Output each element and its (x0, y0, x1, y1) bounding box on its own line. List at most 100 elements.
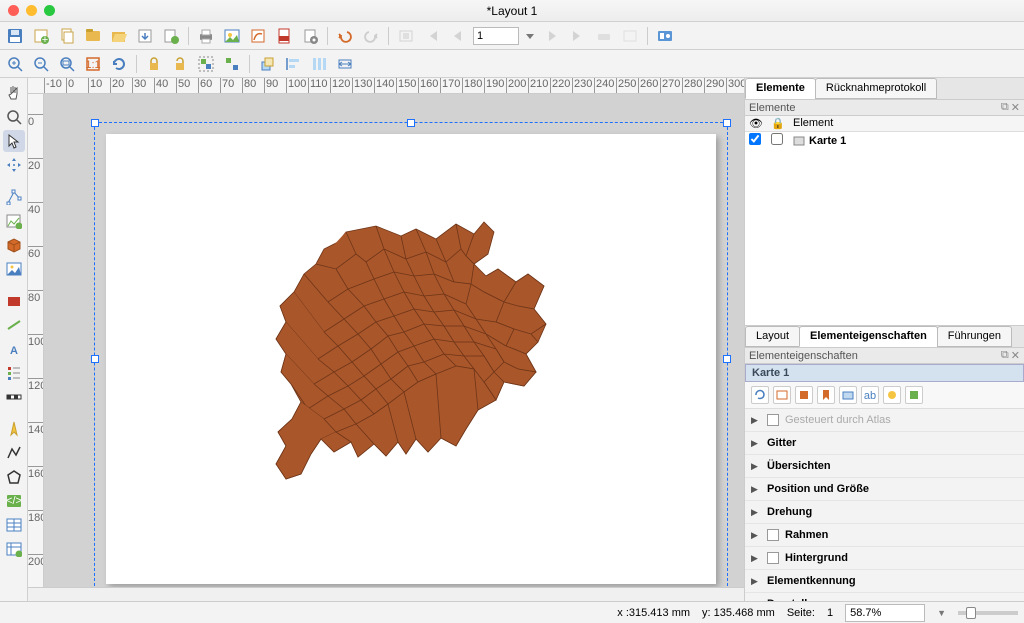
refresh-map-icon[interactable] (751, 386, 769, 404)
clip-icon[interactable] (883, 386, 901, 404)
zoom-out-icon[interactable] (30, 53, 52, 75)
next-page-icon[interactable] (541, 25, 563, 47)
layout-canvas[interactable] (44, 94, 744, 587)
labels-icon[interactable]: ab (861, 386, 879, 404)
page-dropdown-icon[interactable] (523, 25, 537, 47)
unlock-icon[interactable] (169, 53, 191, 75)
set-extent-icon[interactable] (773, 386, 791, 404)
zoom-slider-thumb[interactable] (966, 607, 976, 619)
atlas-print-icon[interactable] (593, 25, 615, 47)
tab-guides[interactable]: Führungen (937, 326, 1012, 347)
section-row[interactable]: ▶Hintergrund (745, 547, 1024, 570)
section-row[interactable]: ▶Gitter (745, 432, 1024, 455)
undo-icon[interactable] (334, 25, 356, 47)
section-row[interactable]: ▶Elementkennung (745, 570, 1024, 593)
lock-icon[interactable] (143, 53, 165, 75)
resize-handle[interactable] (723, 119, 731, 127)
add-polygon-icon[interactable] (3, 466, 25, 488)
zoom-slider[interactable] (958, 611, 1018, 615)
add-polyline-icon[interactable] (3, 442, 25, 464)
zoom-actual-icon[interactable]: 1:1 (82, 53, 104, 75)
resize-handle[interactable] (407, 119, 415, 127)
checkbox[interactable] (767, 414, 779, 426)
zoom-dropdown-icon[interactable]: ▼ (937, 608, 946, 618)
duplicate-layout-icon[interactable] (56, 25, 78, 47)
resize-icon[interactable] (334, 53, 356, 75)
save-template-icon[interactable] (134, 25, 156, 47)
zoom-tool-icon[interactable] (3, 106, 25, 128)
distribute-icon[interactable] (308, 53, 330, 75)
add-picture-icon[interactable] (3, 258, 25, 280)
view-extent-icon[interactable] (795, 386, 813, 404)
section-row[interactable]: ▶ Gesteuert durch Atlas (745, 409, 1024, 432)
undock-icon[interactable]: ⧉ (1001, 349, 1009, 362)
checkbox[interactable] (767, 552, 779, 564)
map-item[interactable] (256, 214, 566, 514)
select-tool-icon[interactable] (3, 130, 25, 152)
add-arrow-icon[interactable] (3, 314, 25, 336)
group-icon[interactable] (195, 53, 217, 75)
add-legend-icon[interactable] (3, 362, 25, 384)
checkbox[interactable] (767, 529, 779, 541)
align-icon[interactable] (282, 53, 304, 75)
pan-tool-icon[interactable] (3, 82, 25, 104)
add-map-icon[interactable] (3, 210, 25, 232)
tab-elements[interactable]: Elemente (745, 78, 816, 99)
section-row[interactable]: ▶Übersichten (745, 455, 1024, 478)
resize-handle[interactable] (723, 355, 731, 363)
save-icon[interactable] (4, 25, 26, 47)
add-html-icon[interactable]: </> (3, 490, 25, 512)
move-content-tool-icon[interactable] (3, 154, 25, 176)
atlas-preview-icon[interactable] (395, 25, 417, 47)
atlas-settings-icon[interactable] (654, 25, 676, 47)
close-panel-icon[interactable]: ✕ (1011, 349, 1020, 362)
add-3dmap-icon[interactable] (3, 234, 25, 256)
refresh-icon[interactable] (108, 53, 130, 75)
section-row[interactable]: ▶Position und Größe (745, 478, 1024, 501)
close-panel-icon[interactable]: ✕ (1011, 101, 1020, 114)
export-svg-icon[interactable] (247, 25, 269, 47)
undock-icon[interactable]: ⧉ (1001, 101, 1009, 114)
list-item[interactable]: Karte 1 (745, 132, 1024, 149)
add-from-template-icon[interactable] (160, 25, 182, 47)
add-northarrow-icon[interactable] (3, 418, 25, 440)
layout-page[interactable] (106, 134, 716, 584)
last-page-icon[interactable] (567, 25, 589, 47)
new-layout-icon[interactable]: + (30, 25, 52, 47)
page-setup-icon[interactable] (299, 25, 321, 47)
scrollbar-horizontal[interactable] (28, 587, 744, 601)
atlas-export-icon[interactable] (619, 25, 641, 47)
add-table-icon[interactable] (3, 514, 25, 536)
resize-handle[interactable] (91, 119, 99, 127)
item-lock-checkbox[interactable] (771, 133, 783, 145)
raise-icon[interactable] (256, 53, 278, 75)
tab-undo-history[interactable]: Rücknahmeprotokoll (815, 78, 937, 99)
add-scalebar-icon[interactable] (3, 386, 25, 408)
section-row[interactable]: ▶Darstellung (745, 593, 1024, 601)
bookmark-icon[interactable] (817, 386, 835, 404)
redo-icon[interactable] (360, 25, 382, 47)
interactive-edit-icon[interactable] (839, 386, 857, 404)
resize-handle[interactable] (91, 355, 99, 363)
edit-nodes-icon[interactable] (3, 186, 25, 208)
item-visible-checkbox[interactable] (749, 133, 761, 145)
section-row[interactable]: ▶Drehung (745, 501, 1024, 524)
style-icon[interactable] (905, 386, 923, 404)
export-pdf-icon[interactable] (273, 25, 295, 47)
open-template-icon[interactable] (108, 25, 130, 47)
items-list[interactable]: 👁 🔒 Element Karte 1 (745, 116, 1024, 326)
add-shape-icon[interactable] (3, 290, 25, 312)
layout-manager-icon[interactable] (82, 25, 104, 47)
page-number-input[interactable] (473, 27, 519, 45)
first-page-icon[interactable] (421, 25, 443, 47)
add-fixedtable-icon[interactable] (3, 538, 25, 560)
tab-item-properties[interactable]: Elementeigenschaften (799, 326, 938, 347)
ungroup-icon[interactable] (221, 53, 243, 75)
zoom-input[interactable] (845, 604, 925, 622)
zoom-full-icon[interactable] (56, 53, 78, 75)
export-image-icon[interactable] (221, 25, 243, 47)
zoom-in-icon[interactable] (4, 53, 26, 75)
add-label-icon[interactable]: A (3, 338, 25, 360)
section-row[interactable]: ▶Rahmen (745, 524, 1024, 547)
prev-page-icon[interactable] (447, 25, 469, 47)
